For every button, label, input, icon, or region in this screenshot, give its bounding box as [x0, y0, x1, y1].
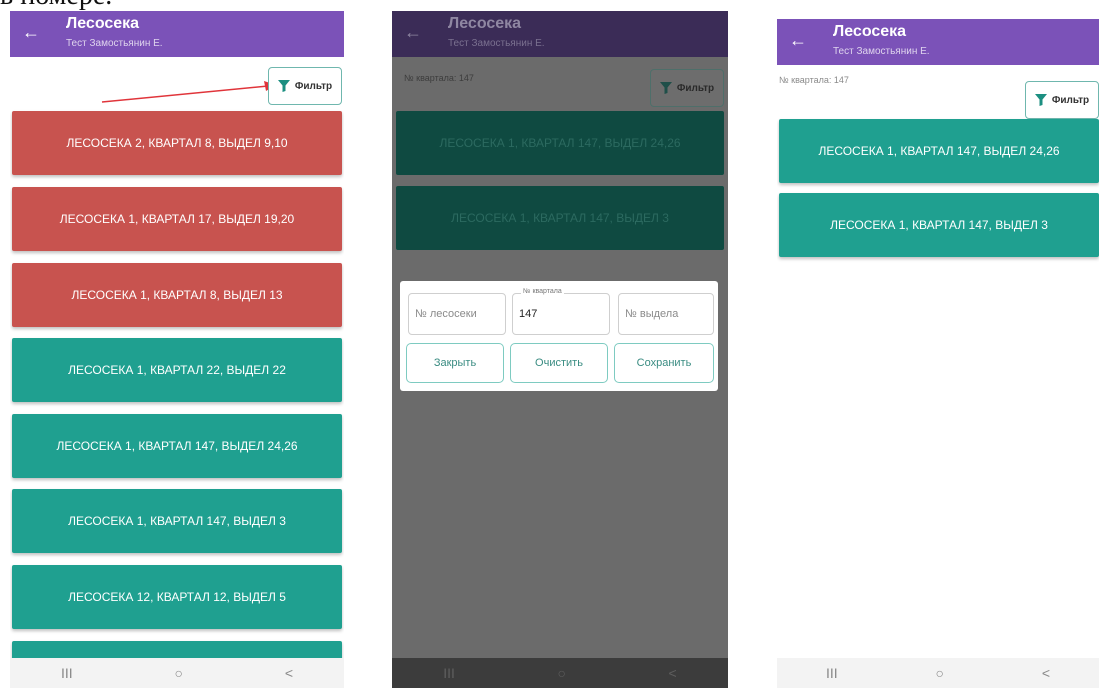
app-bar: ← Лесосека Тест Замостьянин Е. — [10, 11, 344, 57]
save-button[interactable]: Сохранить — [614, 343, 714, 383]
screen-list-unfiltered: ← Лесосека Тест Замостьянин Е. Фильтр ЛЕ… — [10, 11, 344, 688]
funnel-icon — [1034, 94, 1047, 106]
list-item: ЛЕСОСЕКА 1, КВАРТАЛ 147, ВЫДЕЛ 24,26 — [396, 111, 724, 175]
list-item-label: ЛЕСОСЕКА 1, КВАРТАЛ 147, ВЫДЕЛ 24,26 — [818, 144, 1060, 158]
list-item-label: ЛЕСОСЕКА 2, КВАРТАЛ 8, ВЫДЕЛ 9,10 — [66, 136, 288, 150]
list-item-label: ЛЕСОСЕКА 1, КВАРТАЛ 147, ВЫДЕЛ 3 — [830, 218, 1048, 232]
recents-icon[interactable]: III — [826, 665, 838, 681]
filter-button: Фильтр — [650, 69, 724, 107]
back-icon[interactable]: < — [1042, 665, 1050, 681]
list-item[interactable]: ЛЕСОСЕКА 1, КВАРТАЛ 147, ВЫДЕЛ 24,26 — [779, 119, 1099, 183]
list-item[interactable]: ЛЕСОСЕКА 1, КВАРТАЛ 147, ВЫДЕЛ 3 — [12, 489, 342, 553]
funnel-icon — [659, 82, 672, 94]
app-bar: ← Лесосека Тест Замостьянин Е. — [777, 19, 1099, 65]
vydel-input[interactable] — [619, 294, 713, 334]
recents-icon[interactable]: III — [61, 665, 73, 681]
home-icon[interactable]: ○ — [175, 665, 183, 681]
list-item[interactable]: ЛЕСОСЕКА 1, КВАРТАЛ 147, ВЫДЕЛ 24,26 — [12, 414, 342, 478]
page-subtitle: Тест Замостьянин Е. — [448, 38, 545, 49]
back-arrow-icon[interactable]: ← — [20, 21, 42, 43]
system-nav-bar: III ○ < — [392, 658, 728, 688]
page-title: Лесосека — [448, 15, 522, 32]
system-nav-bar: III ○ < — [777, 658, 1099, 688]
home-icon[interactable]: ○ — [936, 665, 944, 681]
list-item-label: ЛЕСОСЕКА 1, КВАРТАЛ 8, ВЫДЕЛ 13 — [71, 288, 283, 302]
filter-button-label: Фильтр — [676, 82, 715, 94]
recents-icon[interactable]: III — [443, 665, 455, 681]
back-icon[interactable]: < — [285, 665, 293, 681]
list-item: ЛЕСОСЕКА 1, КВАРТАЛ 147, ВЫДЕЛ 3 — [396, 186, 724, 250]
list-item-label: ЛЕСОСЕКА 12, КВАРТАЛ 12, ВЫДЕЛ 5 — [68, 590, 286, 604]
filter-summary: № квартала: 147 — [779, 75, 849, 85]
kvartal-input[interactable] — [513, 294, 609, 334]
clear-button[interactable]: Очистить — [510, 343, 608, 383]
list-item[interactable]: ЛЕСОСЕКА 12, КВАРТАЛ 12, ВЫДЕЛ 5 — [12, 565, 342, 629]
home-icon[interactable]: ○ — [557, 665, 565, 681]
filter-button[interactable]: Фильтр — [1025, 81, 1099, 119]
page-subtitle: Тест Замостьянин Е. — [66, 38, 163, 49]
close-button[interactable]: Закрыть — [406, 343, 504, 383]
screen-list-filtered: ← Лесосека Тест Замостьянин Е. № квартал… — [777, 19, 1099, 688]
lesoseka-input[interactable] — [409, 294, 505, 334]
back-arrow-icon: ← — [404, 22, 422, 42]
list-item[interactable]: ЛЕСОСЕКА 1, КВАРТАЛ 147, ВЫДЕЛ 3 — [779, 193, 1099, 257]
back-icon[interactable]: < — [669, 665, 677, 681]
kvartal-field[interactable]: № квартала — [512, 288, 610, 335]
list-item-label: ЛЕСОСЕКА 1, КВАРТАЛ 17, ВЫДЕЛ 19,20 — [59, 212, 295, 226]
page-subtitle: Тест Замостьянин Е. — [833, 46, 930, 57]
list-item[interactable]: ЛЕСОСЕКА 1, КВАРТАЛ 8, ВЫДЕЛ 13 — [12, 263, 342, 327]
lesoseka-field[interactable] — [408, 293, 506, 335]
list-item-label: ЛЕСОСЕКА 1, КВАРТАЛ 22, ВЫДЕЛ 22 — [68, 363, 286, 377]
app-bar: ← Лесосека Тест Замостьянин Е. — [392, 11, 728, 57]
funnel-icon — [277, 80, 290, 92]
annotation-arrow-icon — [101, 81, 276, 103]
system-nav-bar: III ○ < — [10, 658, 344, 688]
filter-button[interactable]: Фильтр — [268, 67, 342, 105]
page-title: Лесосека — [66, 15, 140, 32]
list-item-label: ЛЕСОСЕКА 1, КВАРТАЛ 147, ВЫДЕЛ 24,26 — [439, 136, 681, 150]
screen-filter-dialog: ← Лесосека Тест Замостьянин Е. № квартал… — [392, 11, 728, 688]
kvartal-field-label: № квартала — [521, 288, 564, 295]
list-item-label: ЛЕСОСЕКА 1, КВАРТАЛ 147, ВЫДЕЛ 3 — [68, 514, 286, 528]
vydel-field[interactable] — [618, 293, 714, 335]
filter-dialog: № квартала Закрыть Очистить Сохранить — [400, 281, 718, 391]
back-arrow-icon[interactable]: ← — [787, 29, 809, 51]
filter-button-label: Фильтр — [294, 80, 333, 92]
filter-button-label: Фильтр — [1051, 94, 1090, 106]
list-item[interactable]: ЛЕСОСЕКА 1, КВАРТАЛ 17, ВЫДЕЛ 19,20 — [12, 187, 342, 251]
list-item[interactable]: ЛЕСОСЕКА 2, КВАРТАЛ 8, ВЫДЕЛ 9,10 — [12, 111, 342, 175]
page-title: Лесосека — [833, 23, 907, 40]
filter-summary: № квартала: 147 — [404, 73, 474, 83]
list-item[interactable]: ЛЕСОСЕКА 1, КВАРТАЛ 22, ВЫДЕЛ 22 — [12, 338, 342, 402]
list-item-label: ЛЕСОСЕКА 1, КВАРТАЛ 147, ВЫДЕЛ 3 — [451, 211, 669, 225]
list-item-label: ЛЕСОСЕКА 1, КВАРТАЛ 147, ВЫДЕЛ 24,26 — [56, 439, 298, 453]
